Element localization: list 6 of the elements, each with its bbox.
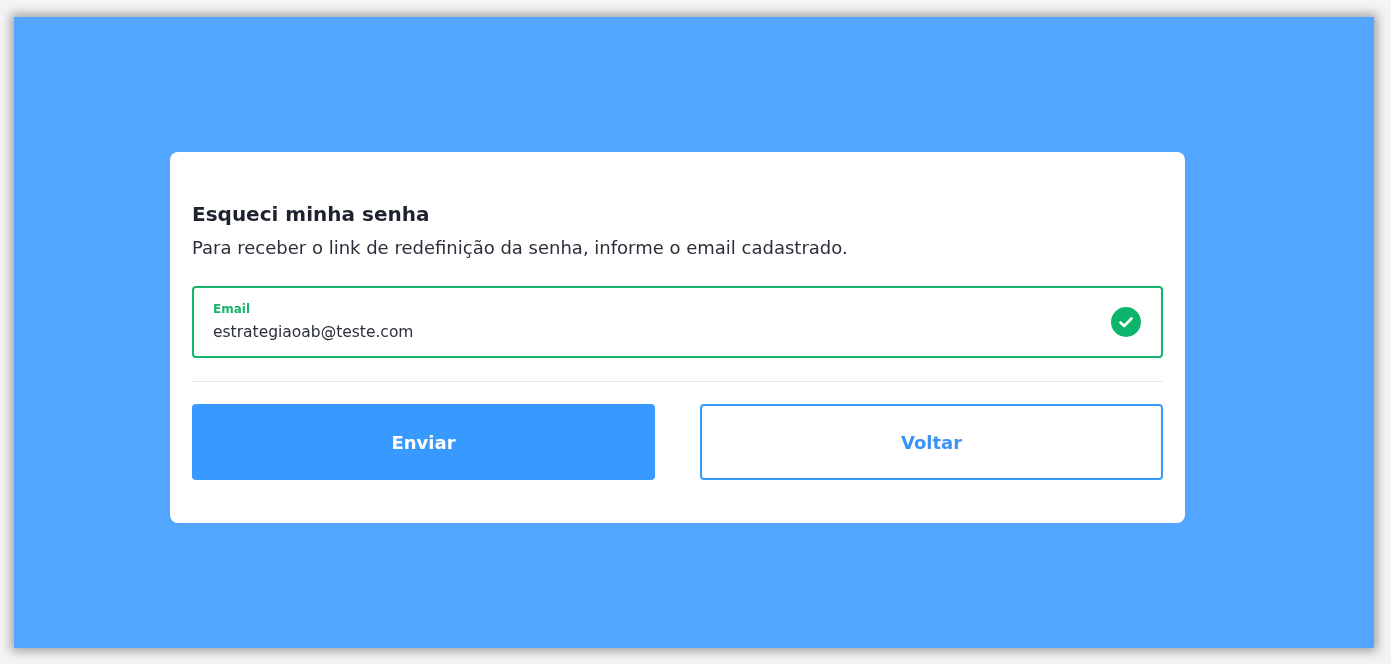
email-field[interactable]: Email estrategiaoab@teste.com — [192, 286, 1163, 358]
check-icon — [1111, 307, 1141, 337]
field-label: Email — [213, 302, 251, 317]
page-title: Esqueci minha senha — [192, 201, 430, 228]
instruction-text: Para receber o link de redefinição da senha, informe o email cadastrado. — [192, 236, 848, 260]
email-input[interactable]: estrategiaoab@teste.com — [213, 322, 1111, 342]
